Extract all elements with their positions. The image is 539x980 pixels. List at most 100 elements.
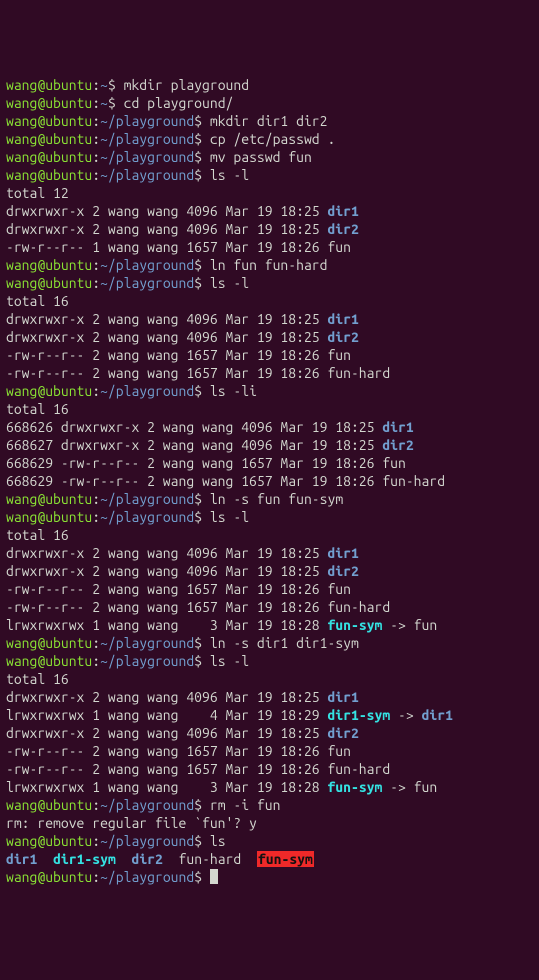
prompt-userhost: wang@ubuntu xyxy=(6,131,92,147)
dir-name: dir2 xyxy=(382,437,413,453)
prompt-userhost: wang@ubuntu xyxy=(6,383,92,399)
command-text: ls -l xyxy=(210,167,249,183)
prompt-line[interactable]: wang@ubuntu:~/playground$ mkdir dir1 dir… xyxy=(6,112,533,130)
prompt-userhost: wang@ubuntu xyxy=(6,257,92,273)
prompt-path: ~/playground xyxy=(100,509,194,525)
prompt-line[interactable]: wang@ubuntu:~$ mkdir playground xyxy=(6,76,533,94)
output-line: 668626 drwxrwxr-x 2 wang wang 4096 Mar 1… xyxy=(6,418,533,436)
output-line: -rw-r--r-- 2 wang wang 1657 Mar 19 18:26… xyxy=(6,580,533,598)
prompt-line[interactable]: wang@ubuntu:~/playground$ ls -l xyxy=(6,652,533,670)
prompt-path: ~/playground xyxy=(100,833,194,849)
output-line: drwxrwxr-x 2 wang wang 4096 Mar 19 18:25… xyxy=(6,310,533,328)
prompt-line[interactable]: wang@ubuntu:~/playground$ ls -l xyxy=(6,274,533,292)
output-line: total 16 xyxy=(6,670,533,688)
prompt-line[interactable]: wang@ubuntu:~/playground$ cp /etc/passwd… xyxy=(6,130,533,148)
prompt-line[interactable]: wang@ubuntu:~$ cd playground/ xyxy=(6,94,533,112)
prompt-path: ~/playground xyxy=(100,491,194,507)
dir-name: dir1 xyxy=(382,419,413,435)
dir-name: dir1 xyxy=(422,707,453,723)
output-line: -rw-r--r-- 2 wang wang 1657 Mar 19 18:26… xyxy=(6,364,533,382)
command-text: ls xyxy=(210,833,226,849)
output-line: lrwxrwxrwx 1 wang wang 3 Mar 19 18:28 fu… xyxy=(6,778,533,796)
dir-name: dir2 xyxy=(327,725,358,741)
cursor xyxy=(210,869,218,884)
command-text: mkdir dir1 dir2 xyxy=(210,113,328,129)
command-text: ln -s fun fun-sym xyxy=(210,491,343,507)
prompt-line[interactable]: wang@ubuntu:~/playground$ rm -i fun xyxy=(6,796,533,814)
output-line: total 16 xyxy=(6,526,533,544)
prompt-path: ~/playground xyxy=(100,149,194,165)
command-text: ls -li xyxy=(210,383,257,399)
prompt-line[interactable]: wang@ubuntu:~/playground$ ln -s dir1 dir… xyxy=(6,634,533,652)
output-line: -rw-r--r-- 2 wang wang 1657 Mar 19 18:26… xyxy=(6,742,533,760)
prompt-userhost: wang@ubuntu xyxy=(6,95,92,111)
terminal-output[interactable]: wang@ubuntu:~$ mkdir playgroundwang@ubun… xyxy=(6,76,533,886)
prompt-line[interactable]: wang@ubuntu:~/playground$ ls -l xyxy=(6,508,533,526)
output-line: drwxrwxr-x 2 wang wang 4096 Mar 19 18:25… xyxy=(6,544,533,562)
prompt-userhost: wang@ubuntu xyxy=(6,653,92,669)
output-line: rm: remove regular file `fun'? y xyxy=(6,814,533,832)
output-line: drwxrwxr-x 2 wang wang 4096 Mar 19 18:25… xyxy=(6,220,533,238)
dir-name: dir2 xyxy=(327,221,358,237)
prompt-userhost: wang@ubuntu xyxy=(6,167,92,183)
dir-name: dir1 xyxy=(327,689,358,705)
symlink-name: dir1-sym xyxy=(327,707,390,723)
prompt-path: ~/playground xyxy=(100,635,194,651)
prompt-userhost: wang@ubuntu xyxy=(6,491,92,507)
prompt-path: ~/playground xyxy=(100,275,194,291)
prompt-line[interactable]: wang@ubuntu:~/playground$ ls xyxy=(6,832,533,850)
dir-name: dir2 xyxy=(327,329,358,345)
dir-name: dir2 xyxy=(131,851,162,867)
output-line: -rw-r--r-- 2 wang wang 1657 Mar 19 18:26… xyxy=(6,598,533,616)
prompt-userhost: wang@ubuntu xyxy=(6,113,92,129)
output-line: lrwxrwxrwx 1 wang wang 3 Mar 19 18:28 fu… xyxy=(6,616,533,634)
prompt-path: ~/playground xyxy=(100,869,194,885)
command-text: cd playground/ xyxy=(124,95,234,111)
prompt-userhost: wang@ubuntu xyxy=(6,149,92,165)
prompt-userhost: wang@ubuntu xyxy=(6,635,92,651)
output-line: lrwxrwxrwx 1 wang wang 4 Mar 19 18:29 di… xyxy=(6,706,533,724)
command-text: cp /etc/passwd . xyxy=(210,131,335,147)
symlink-name: fun-sym xyxy=(327,779,382,795)
prompt-userhost: wang@ubuntu xyxy=(6,77,92,93)
prompt-path: ~/playground xyxy=(100,257,194,273)
output-line: 668629 -rw-r--r-- 2 wang wang 1657 Mar 1… xyxy=(6,454,533,472)
prompt-path: ~/playground xyxy=(100,167,194,183)
prompt-line[interactable]: wang@ubuntu:~/playground$ ln -s fun fun-… xyxy=(6,490,533,508)
output-line: 668627 drwxrwxr-x 2 wang wang 4096 Mar 1… xyxy=(6,436,533,454)
prompt-line[interactable]: wang@ubuntu:~/playground$ mv passwd fun xyxy=(6,148,533,166)
prompt-userhost: wang@ubuntu xyxy=(6,797,92,813)
output-line: total 12 xyxy=(6,184,533,202)
command-text: rm -i fun xyxy=(210,797,281,813)
prompt-userhost: wang@ubuntu xyxy=(6,833,92,849)
dir-name: dir1 xyxy=(327,545,358,561)
output-line: drwxrwxr-x 2 wang wang 4096 Mar 19 18:25… xyxy=(6,724,533,742)
command-text: mkdir playground xyxy=(124,77,249,93)
command-text: ln -s dir1 dir1-sym xyxy=(210,635,359,651)
prompt-path: ~/playground xyxy=(100,113,194,129)
dir-name: dir1 xyxy=(6,851,37,867)
prompt-path: ~ xyxy=(100,95,108,111)
command-text: mv passwd fun xyxy=(210,149,312,165)
prompt-userhost: wang@ubuntu xyxy=(6,509,92,525)
symlink-name: dir1-sym xyxy=(53,851,116,867)
output-line: total 16 xyxy=(6,292,533,310)
prompt-path: ~/playground xyxy=(100,797,194,813)
prompt-line[interactable]: wang@ubuntu:~/playground$ xyxy=(6,868,533,886)
command-text: ls -l xyxy=(210,653,249,669)
prompt-line[interactable]: wang@ubuntu:~/playground$ ls -li xyxy=(6,382,533,400)
prompt-line[interactable]: wang@ubuntu:~/playground$ ls -l xyxy=(6,166,533,184)
dir-name: dir1 xyxy=(327,203,358,219)
output-line: 668629 -rw-r--r-- 2 wang wang 1657 Mar 1… xyxy=(6,472,533,490)
prompt-path: ~/playground xyxy=(100,383,194,399)
dir-name: dir2 xyxy=(327,563,358,579)
prompt-line[interactable]: wang@ubuntu:~/playground$ ln fun fun-har… xyxy=(6,256,533,274)
dir-name: dir1 xyxy=(327,311,358,327)
command-text: ln fun fun-hard xyxy=(210,257,328,273)
prompt-path: ~ xyxy=(100,77,108,93)
output-line: -rw-r--r-- 2 wang wang 1657 Mar 19 18:26… xyxy=(6,346,533,364)
output-line: total 16 xyxy=(6,400,533,418)
command-text: ls -l xyxy=(210,509,249,525)
output-line: drwxrwxr-x 2 wang wang 4096 Mar 19 18:25… xyxy=(6,688,533,706)
output-line: -rw-r--r-- 2 wang wang 1657 Mar 19 18:26… xyxy=(6,760,533,778)
